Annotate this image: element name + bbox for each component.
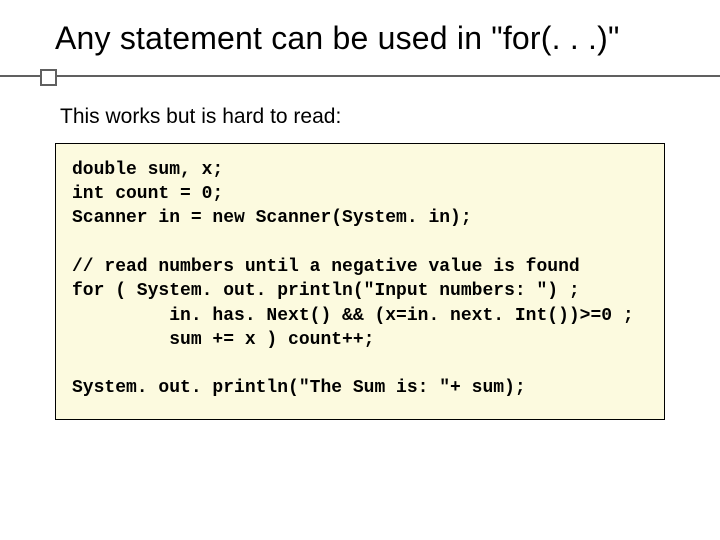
slide: Any statement can be used in "for(. . .)… <box>0 0 720 540</box>
rule-line <box>0 75 720 77</box>
slide-title: Any statement can be used in "for(. . .)… <box>55 20 680 57</box>
rule-box-icon <box>40 69 57 86</box>
slide-subtitle: This works but is hard to read: <box>0 87 720 129</box>
title-rule <box>0 65 720 87</box>
title-wrap: Any statement can be used in "for(. . .)… <box>0 0 720 57</box>
code-block: double sum, x; int count = 0; Scanner in… <box>55 143 665 420</box>
